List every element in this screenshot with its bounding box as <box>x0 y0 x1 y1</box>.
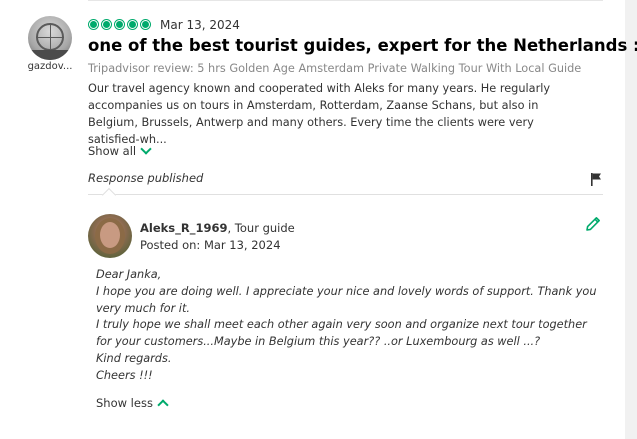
review-source: Tripadvisor review: 5 hrs Golden Age Ams… <box>88 62 582 75</box>
show-all-button[interactable]: Show all <box>88 143 152 158</box>
rating-bubble-icon <box>101 19 112 30</box>
rating-bubbles <box>88 19 151 30</box>
review-body: Our travel agency known and cooperated w… <box>88 82 551 146</box>
review-date: Mar 13, 2024 <box>160 18 240 32</box>
flag-icon[interactable] <box>590 172 602 186</box>
reviewer-name[interactable]: gazdov... <box>26 61 74 72</box>
response-posted-date: Posted on: Mar 13, 2024 <box>140 238 281 252</box>
top-divider <box>88 0 603 1</box>
pencil-icon[interactable] <box>584 215 602 233</box>
rating-bubble-icon <box>140 19 151 30</box>
owner-role: , Tour guide <box>227 221 295 235</box>
response-line: Dear Janka, <box>96 268 162 281</box>
review-title: one of the best tourist guides, expert f… <box>88 36 637 55</box>
show-less-button[interactable]: Show less <box>96 396 169 411</box>
scrollbar[interactable] <box>625 0 637 439</box>
response-notch <box>101 187 117 203</box>
response-line: I truly hope we shall meet each other ag… <box>96 318 587 349</box>
response-body: Dear Janka, I hope you are doing well. I… <box>96 267 601 385</box>
show-less-label: Show less <box>96 396 153 410</box>
response-divider <box>88 194 603 195</box>
show-all-label: Show all <box>88 144 137 158</box>
response-line: Kind regards. <box>96 351 172 365</box>
reviewer-avatar[interactable] <box>28 16 72 60</box>
response-line: Cheers !!! <box>96 368 153 382</box>
owner-avatar[interactable] <box>88 214 132 258</box>
rating-bubble-icon <box>114 19 125 30</box>
rating-bubble-icon <box>88 19 99 30</box>
rating-bubble-icon <box>127 19 138 30</box>
chevron-down-icon <box>140 143 152 155</box>
owner-username[interactable]: Aleks_R_1969 <box>140 221 228 235</box>
owner-name: Aleks_R_1969, Tour guide <box>140 221 295 235</box>
response-line: I hope you are doing well. I appreciate … <box>96 284 597 315</box>
response-status: Response published <box>88 171 204 185</box>
chevron-up-icon <box>157 399 169 411</box>
